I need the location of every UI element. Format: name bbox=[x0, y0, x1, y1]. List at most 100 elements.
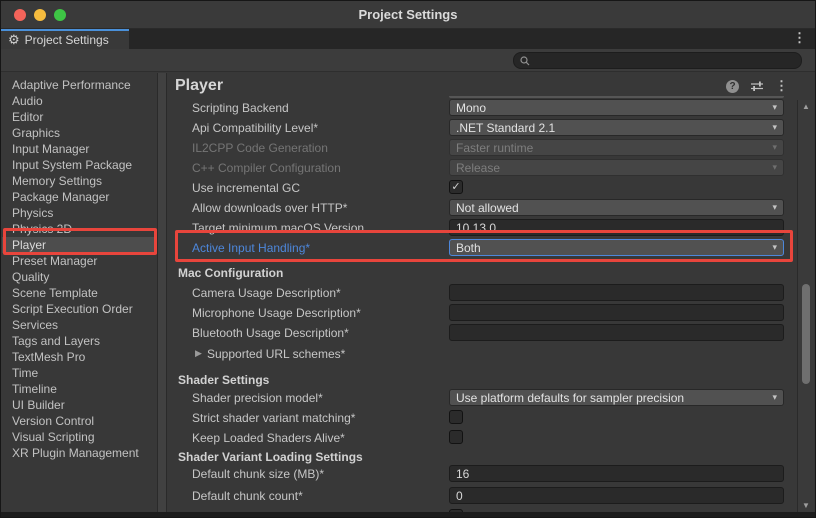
il2cpp-code-generation-dropdown: Faster runtime ▾ bbox=[449, 139, 784, 156]
sidebar-item-version-control[interactable]: Version Control bbox=[2, 413, 157, 429]
chevron-down-icon: ▾ bbox=[772, 202, 777, 213]
section-mac-configuration: Mac Configuration bbox=[167, 264, 796, 284]
sidebar-item-player[interactable]: Player bbox=[2, 237, 157, 253]
sidebar-item-quality[interactable]: Quality bbox=[2, 269, 157, 285]
setting-label: Default chunk size (MB)* bbox=[192, 467, 324, 481]
setting-label: Allow downloads over HTTP* bbox=[192, 201, 347, 215]
dropdown-value: Both bbox=[456, 241, 481, 255]
sidebar-item-audio[interactable]: Audio bbox=[2, 93, 157, 109]
toolbar bbox=[1, 49, 815, 72]
sidebar-item-textmesh-pro[interactable]: TextMesh Pro bbox=[2, 349, 157, 365]
setting-row-target-minimum-macos-version: Target minimum macOS Version bbox=[167, 218, 796, 238]
chevron-down-icon: ▾ bbox=[772, 392, 777, 403]
titlebar: Project Settings bbox=[1, 1, 815, 29]
default-chunk-count-field[interactable] bbox=[449, 487, 784, 504]
vertical-scrollbar[interactable]: ▲ ▼ bbox=[797, 100, 814, 512]
section-header: Shader Variant Loading Settings bbox=[178, 450, 363, 464]
setting-label: C++ Compiler Configuration bbox=[192, 161, 341, 175]
foldout-supported-url-schemes[interactable]: ▶ Supported URL schemes* bbox=[167, 344, 796, 364]
setting-label: Bluetooth Usage Description* bbox=[192, 326, 349, 340]
chevron-down-icon: ▾ bbox=[772, 142, 777, 153]
sidebar-item-package-manager[interactable]: Package Manager bbox=[2, 189, 157, 205]
sidebar-item-physics-2d[interactable]: Physics 2D bbox=[2, 221, 157, 237]
dropdown-value: Mono bbox=[456, 101, 486, 115]
search-input[interactable] bbox=[534, 55, 795, 67]
setting-label: Strict shader variant matching* bbox=[192, 411, 355, 425]
strict-shader-variant-matching-checkbox[interactable] bbox=[449, 410, 463, 424]
check-icon: ✓ bbox=[451, 181, 460, 193]
close-button[interactable] bbox=[14, 9, 26, 21]
scrollbar-thumb[interactable] bbox=[802, 284, 810, 384]
dropdown-value: Faster runtime bbox=[456, 141, 533, 155]
keep-loaded-shaders-alive-checkbox[interactable] bbox=[449, 430, 463, 444]
foldout-label: Supported URL schemes* bbox=[207, 347, 345, 361]
window-bottom-edge bbox=[1, 512, 815, 517]
shader-precision-model-dropdown[interactable]: Use platform defaults for sampler precis… bbox=[449, 389, 784, 406]
dropdown-value: .NET Standard 2.1 bbox=[456, 121, 555, 135]
body: Adaptive Performance Audio Editor Graphi… bbox=[2, 73, 814, 512]
help-icon[interactable]: ? bbox=[726, 80, 739, 93]
setting-label: Use incremental GC bbox=[192, 181, 300, 195]
tab-menu-kebab-icon[interactable]: ⋮ bbox=[793, 30, 806, 46]
sidebar-item-graphics[interactable]: Graphics bbox=[2, 125, 157, 141]
bluetooth-usage-description-field[interactable] bbox=[449, 324, 784, 341]
window-title: Project Settings bbox=[359, 7, 458, 22]
setting-label: Default chunk count* bbox=[192, 489, 303, 503]
sidebar-item-script-execution-order[interactable]: Script Execution Order bbox=[2, 301, 157, 317]
use-incremental-gc-checkbox[interactable]: ✓ bbox=[449, 180, 463, 194]
dropdown-value: Not allowed bbox=[456, 201, 519, 215]
dropdown-value: Use platform defaults for sampler precis… bbox=[456, 391, 684, 405]
tab-bar: ⚙ Project Settings ⋮ bbox=[1, 29, 815, 49]
sidebar-item-physics[interactable]: Physics bbox=[2, 205, 157, 221]
sidebar-item-timeline[interactable]: Timeline bbox=[2, 381, 157, 397]
cpp-compiler-configuration-dropdown: Release ▾ bbox=[449, 159, 784, 176]
scroll-down-icon[interactable]: ▼ bbox=[798, 501, 814, 510]
setting-label: IL2CPP Code Generation bbox=[192, 141, 328, 155]
microphone-usage-description-field[interactable] bbox=[449, 304, 784, 321]
minimize-button[interactable] bbox=[34, 9, 46, 21]
setting-label: Camera Usage Description* bbox=[192, 286, 341, 300]
sidebar-item-preset-manager[interactable]: Preset Manager bbox=[2, 253, 157, 269]
sidebar-item-adaptive-performance[interactable]: Adaptive Performance bbox=[2, 77, 157, 93]
api-compatibility-dropdown[interactable]: .NET Standard 2.1 ▾ bbox=[449, 119, 784, 136]
sidebar-splitter[interactable] bbox=[158, 73, 167, 512]
sidebar-item-xr-plugin-management[interactable]: XR Plugin Management bbox=[2, 445, 157, 461]
presets-icon[interactable] bbox=[750, 80, 764, 92]
target-minimum-macos-version-field[interactable] bbox=[449, 219, 784, 236]
setting-row-keep-loaded-shaders-alive: Keep Loaded Shaders Alive* bbox=[167, 428, 796, 448]
setting-row-api-compatibility: Api Compatibility Level* .NET Standard 2… bbox=[167, 118, 796, 138]
chevron-down-icon: ▾ bbox=[772, 102, 777, 113]
search-icon bbox=[520, 56, 530, 66]
scroll-up-icon[interactable]: ▲ bbox=[798, 102, 814, 111]
section-header: Shader Settings bbox=[178, 373, 269, 387]
setting-row-bluetooth-usage-description: Bluetooth Usage Description* bbox=[167, 323, 796, 343]
panel-menu-kebab-icon[interactable]: ⋮ bbox=[775, 78, 788, 94]
sidebar-item-input-system-package[interactable]: Input System Package bbox=[2, 157, 157, 173]
maximize-button[interactable] bbox=[54, 9, 66, 21]
sidebar-item-ui-builder[interactable]: UI Builder bbox=[2, 397, 157, 413]
window-controls bbox=[14, 9, 66, 21]
sidebar-item-services[interactable]: Services bbox=[2, 317, 157, 333]
chevron-down-icon: ▾ bbox=[772, 162, 777, 173]
default-chunk-size-field[interactable] bbox=[449, 465, 784, 482]
setting-row-default-chunk-size: Default chunk size (MB)* bbox=[167, 464, 796, 484]
settings-category-list: Adaptive Performance Audio Editor Graphi… bbox=[2, 73, 158, 512]
setting-label: Api Compatibility Level* bbox=[192, 121, 318, 135]
section-header: Mac Configuration bbox=[178, 266, 283, 280]
active-input-handling-dropdown[interactable]: Both ▾ bbox=[449, 239, 784, 256]
sidebar-item-visual-scripting[interactable]: Visual Scripting bbox=[2, 429, 157, 445]
setting-label: Target minimum macOS Version bbox=[192, 221, 364, 235]
sidebar-item-scene-template[interactable]: Scene Template bbox=[2, 285, 157, 301]
allow-downloads-over-http-dropdown[interactable]: Not allowed ▾ bbox=[449, 199, 784, 216]
tab-project-settings[interactable]: ⚙ Project Settings bbox=[1, 29, 129, 49]
sidebar-item-tags-and-layers[interactable]: Tags and Layers bbox=[2, 333, 157, 349]
camera-usage-description-field[interactable] bbox=[449, 284, 784, 301]
dropdown-value: Release bbox=[456, 161, 500, 175]
player-settings-panel: Player ? ⋮ Scripting Backend Mo bbox=[167, 73, 796, 512]
sidebar-item-time[interactable]: Time bbox=[2, 365, 157, 381]
scripting-backend-dropdown[interactable]: Mono ▾ bbox=[449, 99, 784, 116]
search-box[interactable] bbox=[513, 52, 802, 69]
sidebar-item-editor[interactable]: Editor bbox=[2, 109, 157, 125]
sidebar-item-input-manager[interactable]: Input Manager bbox=[2, 141, 157, 157]
sidebar-item-memory-settings[interactable]: Memory Settings bbox=[2, 173, 157, 189]
